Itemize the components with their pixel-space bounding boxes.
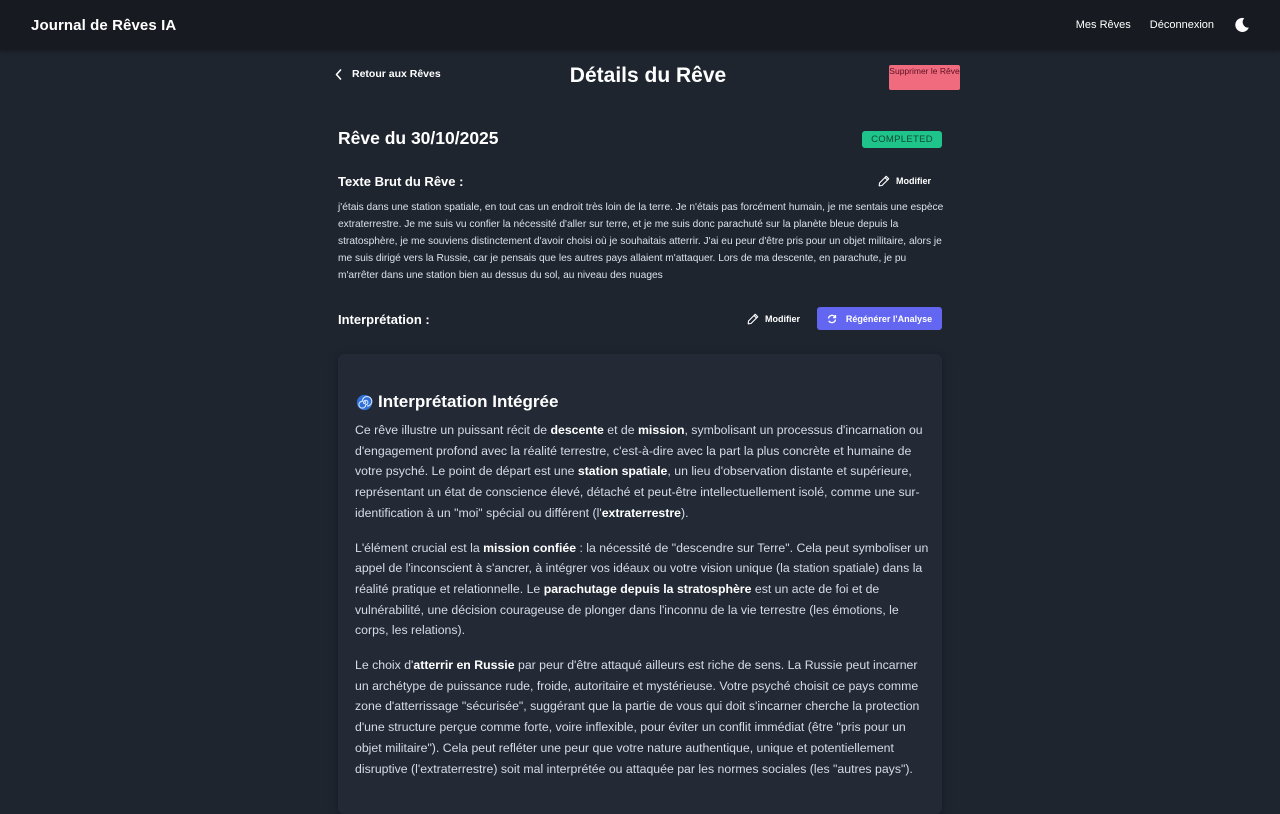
- card-title-text: Interprétation Intégrée: [378, 392, 559, 411]
- nav-logout[interactable]: Déconnexion: [1150, 19, 1214, 31]
- nav-my-dreams[interactable]: Mes Rêves: [1076, 19, 1131, 31]
- interpretation-paragraph-3: Le choix d'atterrir en Russie par peur d…: [355, 658, 920, 776]
- raw-text-label: Texte Brut du Rêve :: [338, 174, 464, 189]
- interpretation-card: Interprétation Intégrée Ce rêve illustre…: [338, 354, 942, 814]
- regenerate-analysis-button[interactable]: Régénérer l'Analyse: [817, 307, 942, 330]
- pencil-icon: [747, 313, 759, 325]
- edit-interpretation-button[interactable]: Modifier: [747, 313, 800, 325]
- theme-toggle-button[interactable]: [1234, 17, 1250, 33]
- interpretation-paragraph-1: Ce rêve illustre un puissant récit de de…: [355, 423, 923, 520]
- delete-dream-button[interactable]: Supprimer le Rêve: [889, 65, 960, 90]
- interpretation-label: Interprétation :: [338, 312, 430, 327]
- spiral-icon: [356, 394, 373, 410]
- moon-icon: [1235, 17, 1249, 32]
- interpretation-paragraph-2: L'élément crucial est la mission confiée…: [355, 540, 929, 638]
- regenerate-analysis-label: Régénérer l'Analyse: [845, 313, 933, 324]
- card-title: Interprétation Intégrée: [356, 392, 558, 412]
- edit-interpretation-label: Modifier: [765, 314, 800, 324]
- status-badge: COMPLETED: [862, 131, 942, 148]
- interpretation-body: Ce rêve illustre un puissant récit de de…: [355, 420, 931, 793]
- pencil-icon: [878, 175, 890, 187]
- edit-raw-text-button[interactable]: Modifier: [878, 175, 931, 187]
- top-nav: Mes Rêves Déconnexion: [1057, 17, 1250, 33]
- app-title[interactable]: Journal de Rêves IA: [31, 17, 176, 34]
- page-title: Détails du Rêve: [569, 64, 727, 87]
- edit-raw-text-label: Modifier: [896, 176, 931, 186]
- raw-dream-text: j'étais dans une station spatiale, en to…: [338, 202, 944, 281]
- dream-heading: Rêve du 30/10/2025: [338, 128, 499, 148]
- top-bar: Journal de Rêves IA Mes Rêves Déconnexio…: [0, 0, 1280, 50]
- refresh-icon: [827, 314, 837, 323]
- detail-header: Retour aux Rêves Détails du Rêve Supprim…: [334, 60, 962, 94]
